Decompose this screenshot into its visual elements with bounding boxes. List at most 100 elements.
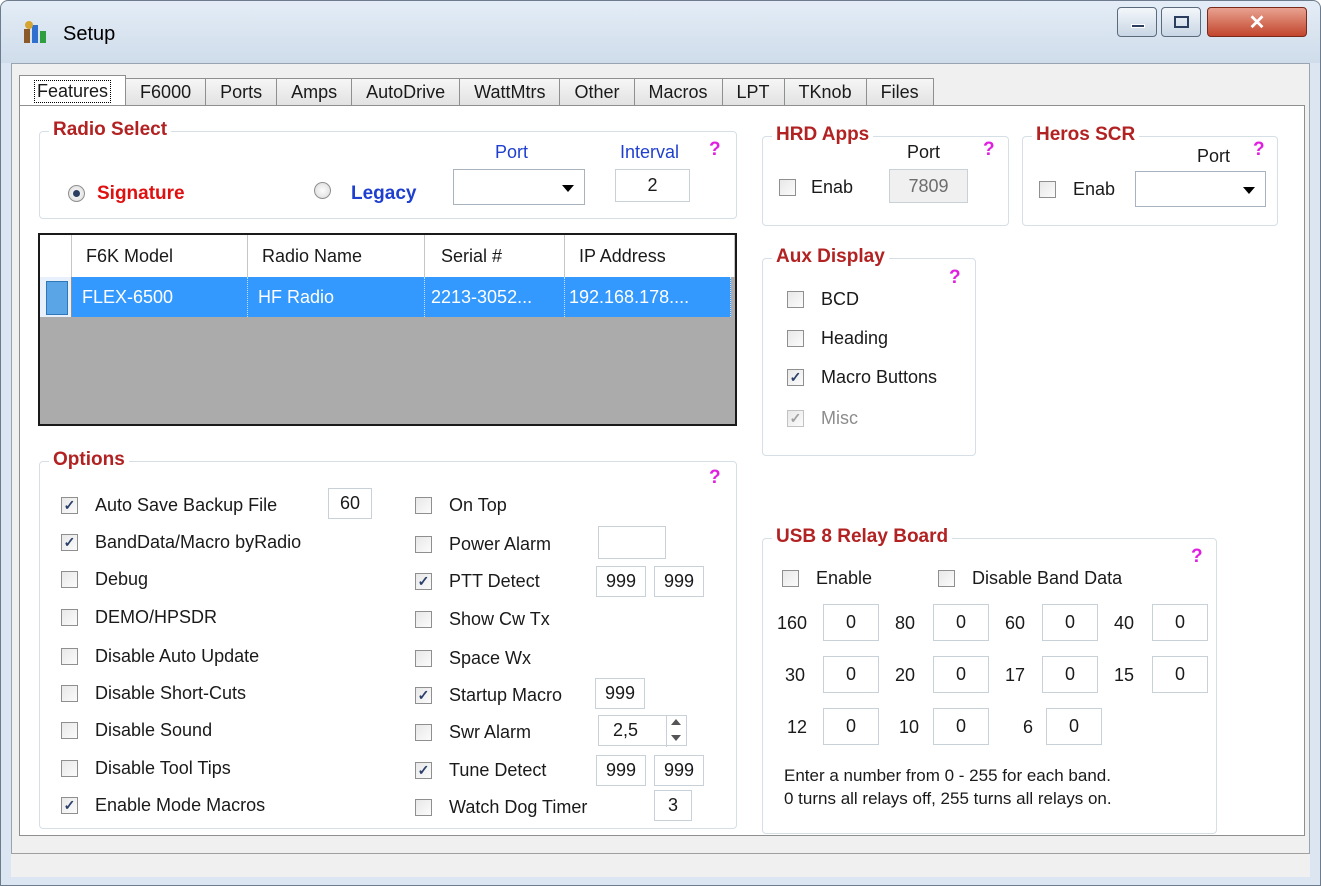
band-relay-input[interactable]: 0 xyxy=(1042,604,1098,641)
heros-enab-checkbox[interactable] xyxy=(1039,181,1056,198)
tab-wattmtrs[interactable]: WattMtrs xyxy=(460,78,561,106)
band-relay-input[interactable]: 0 xyxy=(933,604,989,641)
options-help[interactable]: ? xyxy=(709,467,721,489)
option-label[interactable]: Tune Detect xyxy=(449,760,546,781)
tab-tknob[interactable]: TKnob xyxy=(784,78,867,106)
band-relay-input[interactable]: 0 xyxy=(1152,604,1208,641)
spin-up-icon[interactable] xyxy=(671,719,681,725)
maximize-button[interactable] xyxy=(1161,7,1201,37)
heros-port-select[interactable] xyxy=(1135,171,1266,207)
watchdog-input[interactable]: 3 xyxy=(654,790,692,821)
startup-macro-input[interactable]: 999 xyxy=(595,678,645,709)
tune-detect-input-1[interactable]: 999 xyxy=(596,755,646,786)
col-header-model[interactable]: F6K Model xyxy=(72,235,248,277)
relay-enable-checkbox[interactable] xyxy=(782,570,799,587)
option-checkbox[interactable] xyxy=(61,722,78,739)
signature-label[interactable]: Signature xyxy=(97,183,185,205)
option-checkbox[interactable] xyxy=(61,571,78,588)
band-relay-input[interactable]: 0 xyxy=(823,656,879,693)
option-checkbox[interactable] xyxy=(61,760,78,777)
option-label[interactable]: Power Alarm xyxy=(449,534,551,555)
autosave-minutes-input[interactable]: 60 xyxy=(328,488,372,519)
col-header-serial[interactable]: Serial # xyxy=(425,235,565,277)
row-header[interactable] xyxy=(40,277,72,317)
heros-help[interactable]: ? xyxy=(1253,139,1265,161)
option-label[interactable]: Debug xyxy=(95,569,148,590)
option-checkbox[interactable] xyxy=(415,611,432,628)
option-checkbox[interactable]: ✓ xyxy=(415,762,432,779)
option-label[interactable]: Show Cw Tx xyxy=(449,609,550,630)
interval-input[interactable]: 2 xyxy=(615,169,690,202)
option-checkbox[interactable]: ✓ xyxy=(61,797,78,814)
option-checkbox[interactable]: ✓ xyxy=(61,534,78,551)
col-header-ip[interactable]: IP Address xyxy=(565,235,735,277)
option-label[interactable]: Disable Sound xyxy=(95,720,212,741)
hrd-help[interactable]: ? xyxy=(983,139,995,161)
option-label[interactable]: Auto Save Backup File xyxy=(95,495,277,516)
close-button[interactable]: ✕ xyxy=(1207,7,1307,37)
table-row[interactable]: FLEX-6500 HF Radio 2213-3052... 192.168.… xyxy=(40,277,735,317)
macro-buttons-label[interactable]: Macro Buttons xyxy=(821,367,937,388)
macro-buttons-checkbox[interactable]: ✓ xyxy=(787,369,804,386)
option-label[interactable]: BandData/Macro byRadio xyxy=(95,532,301,553)
option-label[interactable]: PTT Detect xyxy=(449,571,540,592)
hrd-enab-label[interactable]: Enab xyxy=(811,177,853,198)
col-header-name[interactable]: Radio Name xyxy=(248,235,425,277)
ptt-detect-input-1[interactable]: 999 xyxy=(596,566,646,597)
option-label[interactable]: Watch Dog Timer xyxy=(449,797,587,818)
option-checkbox[interactable] xyxy=(415,650,432,667)
disable-band-data-checkbox[interactable] xyxy=(938,570,955,587)
option-label[interactable]: Disable Auto Update xyxy=(95,646,259,667)
option-checkbox[interactable] xyxy=(61,609,78,626)
band-relay-input[interactable]: 0 xyxy=(1152,656,1208,693)
option-checkbox[interactable] xyxy=(415,724,432,741)
tab-amps[interactable]: Amps xyxy=(277,78,353,106)
option-checkbox[interactable] xyxy=(61,685,78,702)
cell-serial[interactable]: 2213-3052... xyxy=(425,277,565,317)
option-checkbox[interactable] xyxy=(415,497,432,514)
band-relay-input[interactable]: 0 xyxy=(823,604,879,641)
port-select[interactable] xyxy=(453,169,585,205)
bcd-checkbox[interactable] xyxy=(787,291,804,308)
heading-label[interactable]: Heading xyxy=(821,328,888,349)
legacy-radio[interactable] xyxy=(314,182,331,199)
tune-detect-input-2[interactable]: 999 xyxy=(654,755,704,786)
tab-f6000[interactable]: F6000 xyxy=(126,78,207,106)
option-label[interactable]: Startup Macro xyxy=(449,685,562,706)
spin-buttons[interactable] xyxy=(666,716,686,747)
option-checkbox[interactable] xyxy=(61,648,78,665)
disable-band-data-label[interactable]: Disable Band Data xyxy=(972,568,1122,589)
heros-enab-label[interactable]: Enab xyxy=(1073,179,1115,200)
signature-radio[interactable] xyxy=(68,185,85,202)
band-relay-input[interactable]: 0 xyxy=(1046,708,1102,745)
option-checkbox[interactable]: ✓ xyxy=(61,497,78,514)
hrd-enab-checkbox[interactable] xyxy=(779,179,796,196)
band-relay-input[interactable]: 0 xyxy=(823,708,879,745)
option-label[interactable]: Swr Alarm xyxy=(449,722,531,743)
option-label[interactable]: On Top xyxy=(449,495,507,516)
relay-enable-label[interactable]: Enable xyxy=(816,568,872,589)
option-checkbox[interactable]: ✓ xyxy=(415,687,432,704)
spin-down-icon[interactable] xyxy=(671,735,681,741)
tab-features[interactable]: Features xyxy=(19,75,127,107)
minimize-button[interactable] xyxy=(1117,7,1157,37)
tab-ports[interactable]: Ports xyxy=(206,78,278,106)
option-label[interactable]: Disable Short-Cuts xyxy=(95,683,246,704)
option-label[interactable]: Space Wx xyxy=(449,648,531,669)
relay-help[interactable]: ? xyxy=(1191,546,1203,568)
band-relay-input[interactable]: 0 xyxy=(933,708,989,745)
swr-alarm-stepper[interactable]: 2,5 xyxy=(598,715,687,747)
bcd-label[interactable]: BCD xyxy=(821,289,859,310)
cell-ip[interactable]: 192.168.178.... xyxy=(565,277,731,317)
band-relay-input[interactable]: 0 xyxy=(933,656,989,693)
band-relay-input[interactable]: 0 xyxy=(1042,656,1098,693)
tab-lpt[interactable]: LPT xyxy=(722,78,785,106)
tab-other[interactable]: Other xyxy=(560,78,635,106)
tab-files[interactable]: Files xyxy=(866,78,934,106)
tab-macros[interactable]: Macros xyxy=(634,78,723,106)
heading-checkbox[interactable] xyxy=(787,330,804,347)
cell-model[interactable]: FLEX-6500 xyxy=(72,277,248,317)
aux-help[interactable]: ? xyxy=(949,267,961,289)
option-label[interactable]: Enable Mode Macros xyxy=(95,795,265,816)
option-checkbox[interactable] xyxy=(415,799,432,816)
